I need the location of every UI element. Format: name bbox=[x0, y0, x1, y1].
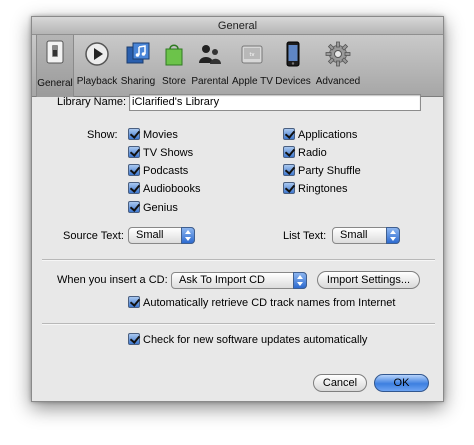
toolbar-tab-store[interactable]: Store bbox=[159, 37, 189, 93]
software-updates-checkbox[interactable] bbox=[128, 333, 140, 345]
auto-retrieve-checkbox[interactable] bbox=[128, 296, 140, 308]
ringtones-checkbox[interactable] bbox=[283, 182, 295, 194]
popup-arrows-icon bbox=[293, 272, 307, 289]
cd-action-popup[interactable]: Ask To Import CD bbox=[171, 272, 307, 289]
toolbar-label-general: General bbox=[37, 78, 73, 89]
window-title: General bbox=[32, 17, 443, 35]
cancel-button[interactable]: Cancel bbox=[313, 374, 367, 392]
applications-label: Applications bbox=[298, 129, 358, 141]
list-text-label: List Text: bbox=[283, 230, 327, 242]
list-text-value: Small bbox=[340, 229, 368, 241]
toolbar-label-apple-tv: Apple TV bbox=[232, 76, 273, 87]
toolbar-tab-playback[interactable]: Playback bbox=[76, 37, 118, 93]
party-shuffle-checkbox[interactable] bbox=[283, 164, 295, 176]
tv-shows-label: TV Shows bbox=[143, 147, 194, 159]
ok-button[interactable]: OK bbox=[374, 374, 429, 392]
podcasts-label: Podcasts bbox=[143, 165, 189, 177]
source-text-value: Small bbox=[136, 229, 164, 241]
apple-tv-icon: tv bbox=[241, 45, 263, 64]
toolbar-label-store: Store bbox=[162, 76, 186, 87]
genius-label: Genius bbox=[143, 202, 178, 214]
toolbar-tab-parental[interactable]: Parental bbox=[190, 37, 230, 93]
gear-icon bbox=[325, 41, 351, 67]
toolbar-tab-advanced[interactable]: Advanced bbox=[315, 37, 361, 93]
toolbar-tab-devices[interactable]: Devices bbox=[275, 37, 311, 93]
play-icon bbox=[85, 42, 109, 66]
toolbar-label-advanced: Advanced bbox=[315, 76, 361, 87]
podcasts-checkbox[interactable] bbox=[128, 164, 140, 176]
separator bbox=[42, 323, 435, 325]
preferences-toolbar: General Playback Sharing Store Parental … bbox=[32, 35, 443, 97]
genius-checkbox[interactable] bbox=[128, 201, 140, 213]
iphone-icon bbox=[286, 41, 300, 67]
library-name-input[interactable]: iClarified's Library bbox=[129, 94, 421, 111]
separator bbox=[42, 259, 435, 261]
toolbar-label-devices: Devices bbox=[275, 76, 311, 87]
toolbar-label-playback: Playback bbox=[76, 76, 118, 87]
auto-retrieve-label: Automatically retrieve CD track names fr… bbox=[143, 297, 396, 309]
movies-checkbox[interactable] bbox=[128, 128, 140, 140]
movies-label: Movies bbox=[143, 129, 178, 141]
store-bag-icon bbox=[165, 44, 183, 66]
toolbar-tab-apple-tv[interactable]: tv Apple TV bbox=[232, 37, 273, 93]
general-switch-icon bbox=[46, 40, 64, 64]
audiobooks-checkbox[interactable] bbox=[128, 182, 140, 194]
tv-shows-checkbox[interactable] bbox=[128, 146, 140, 158]
toolbar-label-sharing: Sharing bbox=[120, 76, 156, 87]
parental-people-icon bbox=[199, 45, 221, 64]
popup-arrows-icon bbox=[181, 227, 195, 244]
popup-arrows-icon bbox=[386, 227, 400, 244]
radio-checkbox[interactable] bbox=[283, 146, 295, 158]
source-text-popup[interactable]: Small bbox=[128, 227, 195, 244]
applications-checkbox[interactable] bbox=[283, 128, 295, 140]
party-shuffle-label: Party Shuffle bbox=[298, 165, 361, 177]
source-text-label: Source Text: bbox=[63, 230, 124, 242]
library-name-label: Library Name: bbox=[57, 96, 127, 108]
toolbar-tab-sharing[interactable]: Sharing bbox=[119, 37, 157, 93]
preferences-window: General General Playback Sharing Store P… bbox=[31, 16, 444, 402]
radio-label: Radio bbox=[298, 147, 327, 159]
software-updates-label: Check for new software updates automatic… bbox=[143, 334, 368, 346]
audiobooks-label: Audiobooks bbox=[143, 183, 201, 195]
import-settings-button[interactable]: Import Settings... bbox=[317, 271, 420, 289]
list-text-popup[interactable]: Small bbox=[332, 227, 400, 244]
toolbar-tab-general[interactable]: General bbox=[36, 35, 74, 97]
show-label: Show: bbox=[87, 129, 118, 141]
sharing-music-icon bbox=[126, 42, 150, 64]
svg-text:tv: tv bbox=[250, 52, 255, 58]
ringtones-label: Ringtones bbox=[298, 183, 348, 195]
cd-insert-label: When you insert a CD: bbox=[57, 274, 168, 286]
cd-action-value: Ask To Import CD bbox=[179, 274, 265, 286]
toolbar-label-parental: Parental bbox=[191, 76, 229, 87]
